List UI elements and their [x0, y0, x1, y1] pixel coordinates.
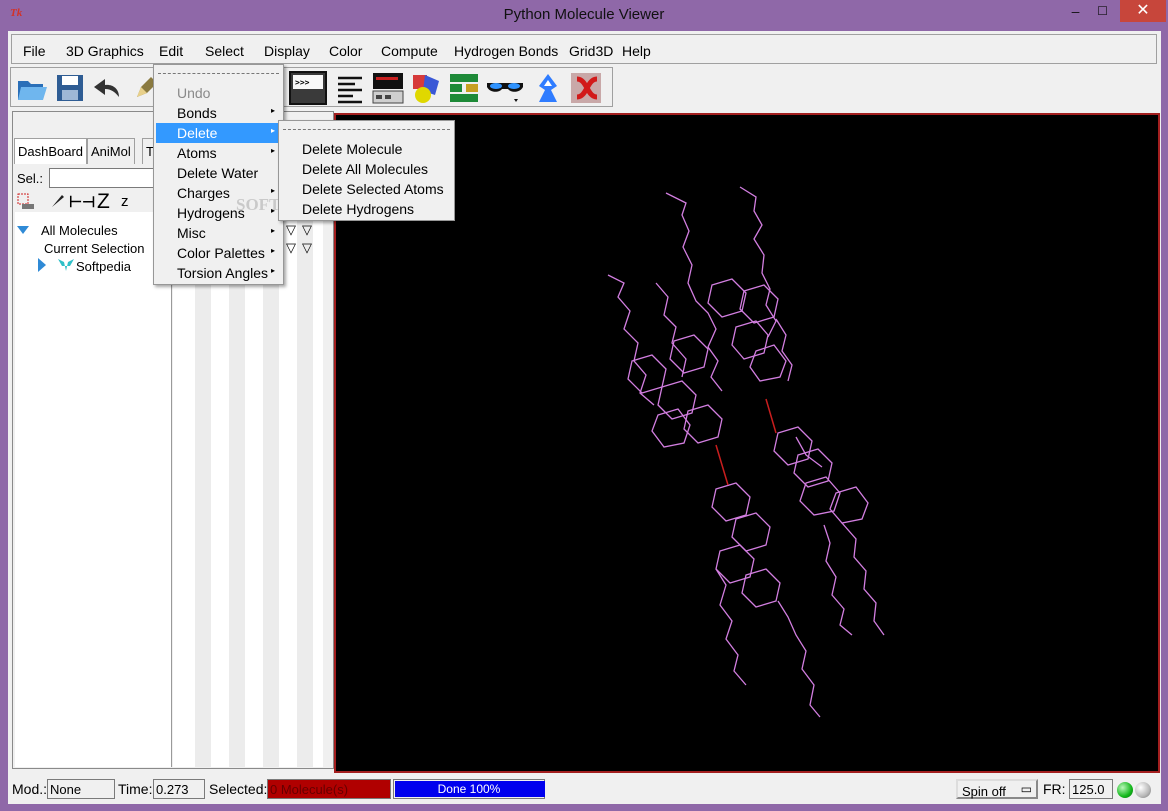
- menu-item-undo[interactable]: Undo: [156, 83, 281, 103]
- menu-item-torsion-angles[interactable]: Torsion Angles ▸: [156, 263, 281, 283]
- menu-3d-graphics[interactable]: 3D Graphics: [66, 43, 144, 59]
- molecule-icon: [58, 259, 74, 271]
- menu-compute[interactable]: Compute: [381, 43, 438, 59]
- select-tool-icon[interactable]: [16, 192, 38, 212]
- expand-triangle-icon[interactable]: [37, 258, 47, 272]
- z-small-tool-icon[interactable]: z: [121, 193, 129, 210]
- column-toggle[interactable]: ▽: [302, 222, 312, 238]
- status-led-green: [1117, 782, 1133, 798]
- z-big-tool-icon[interactable]: Z: [97, 190, 110, 214]
- menu-item-delete-selected-atoms[interactable]: Delete Selected Atoms: [281, 179, 452, 199]
- tearoff-line[interactable]: [283, 129, 450, 130]
- menu-item-atoms[interactable]: Atoms ▸: [156, 143, 281, 163]
- menu-item-bonds[interactable]: Bonds ▸: [156, 103, 281, 123]
- menu-item-misc[interactable]: Misc ▸: [156, 223, 281, 243]
- hydrogen-bond-lines: [715, 398, 777, 486]
- application-window: Tk Python Molecule Viewer – ☐ ✕ File 3D …: [0, 0, 1168, 811]
- time-label: Time:: [118, 781, 153, 797]
- menu-item-delete-molecule[interactable]: Delete Molecule: [281, 139, 452, 159]
- selected-label: Selected:: [209, 781, 268, 797]
- selection-input[interactable]: [49, 168, 159, 188]
- fr-field: 125.0: [1069, 779, 1113, 799]
- menu-file[interactable]: File: [23, 43, 46, 59]
- fr-label: FR:: [1043, 781, 1066, 797]
- submenu-arrow-icon: ▸: [270, 106, 275, 115]
- menu-display[interactable]: Display: [264, 43, 310, 59]
- minimize-button[interactable]: –: [1062, 0, 1089, 22]
- submenu-arrow-icon: ▸: [270, 246, 275, 255]
- menu-grid3d[interactable]: Grid3D: [569, 43, 613, 59]
- maximize-button[interactable]: ☐: [1089, 0, 1116, 22]
- column-toggle[interactable]: ▽: [286, 240, 296, 256]
- ribbon-render-icon[interactable]: [569, 71, 603, 105]
- column-stripe: [195, 212, 211, 767]
- menu-hydrogen-bonds[interactable]: Hydrogen Bonds: [454, 43, 558, 59]
- color-shapes-icon[interactable]: [409, 71, 443, 105]
- tree-molecule-softpedia[interactable]: Softpedia: [76, 259, 131, 274]
- menu-item-delete-hydrogens[interactable]: Delete Hydrogens: [281, 199, 452, 219]
- dropdown-indicator-icon: ▭: [1020, 782, 1032, 796]
- collapse-triangle-icon[interactable]: [17, 225, 29, 235]
- water-drop-icon[interactable]: [531, 71, 565, 105]
- column-stripe: [229, 212, 245, 767]
- submenu-arrow-icon: ▸: [270, 126, 275, 135]
- column-toggle-pane: ▽ ▽ ▽ ▽: [173, 212, 323, 767]
- spin-dropdown[interactable]: Spin off ▭: [956, 779, 1038, 799]
- menu-item-delete-all-molecules[interactable]: Delete All Molecules: [281, 159, 452, 179]
- tab-animol[interactable]: AniMol: [87, 138, 135, 164]
- submenu-arrow-icon: ▸: [270, 186, 275, 195]
- selected-field: 0 Molecule(s): [267, 779, 391, 799]
- molecule-tree: All Molecules Current Selection Softpedi…: [15, 212, 172, 767]
- status-led-gray: [1135, 782, 1151, 798]
- 3d-glasses-icon[interactable]: [485, 71, 525, 105]
- distance-tool-icon[interactable]: ⊢⊣: [69, 193, 95, 211]
- sel-label: Sel.:: [17, 171, 44, 186]
- column-stripe: [297, 212, 313, 767]
- toolbar: >>>: [10, 67, 613, 107]
- tearoff-line[interactable]: [158, 73, 279, 74]
- menu-item-delete-water[interactable]: Delete Water: [156, 163, 281, 183]
- save-icon[interactable]: [53, 71, 87, 105]
- window-title: Python Molecule Viewer: [503, 6, 665, 23]
- progress-text: Done 100%: [437, 782, 501, 796]
- molecule-structure: [607, 186, 885, 718]
- python-shell-icon[interactable]: >>>: [289, 71, 327, 105]
- open-folder-icon[interactable]: [15, 71, 49, 105]
- submenu-arrow-icon: ▸: [270, 266, 275, 275]
- menu-select[interactable]: Select: [205, 43, 244, 59]
- title-bar: Tk Python Molecule Viewer – ☐ ✕: [0, 0, 1168, 31]
- submenu-arrow-icon: ▸: [270, 146, 275, 155]
- spin-value: Spin off: [962, 784, 1006, 799]
- menu-help[interactable]: Help: [622, 43, 651, 59]
- column-toggle[interactable]: ▽: [286, 222, 296, 238]
- menu-bar: File 3D Graphics Edit Select Display Col…: [11, 34, 1157, 64]
- time-field: 0.273: [153, 779, 205, 799]
- progress-bar: Done 100%: [393, 779, 545, 799]
- submenu-arrow-icon: ▸: [270, 226, 275, 235]
- menu-edit[interactable]: Edit: [159, 43, 183, 59]
- delete-submenu: Delete Molecule Delete All Molecules Del…: [278, 120, 455, 221]
- edit-menu: Undo Bonds ▸ Delete ▸ Atoms ▸ Delete Water …: [153, 64, 333, 285]
- status-bar: Mod.: None Time: 0.273 Selected: 0 Molec…: [8, 775, 1161, 804]
- network-tree-icon[interactable]: [447, 71, 481, 105]
- tab-dashboard[interactable]: DashBoard: [14, 138, 88, 164]
- tree-all-molecules[interactable]: All Molecules: [41, 223, 118, 238]
- menu-color[interactable]: Color: [329, 43, 362, 59]
- molecule-bonds: [607, 186, 885, 718]
- mod-label: Mod.:: [12, 781, 48, 797]
- column-stripe: [263, 212, 279, 767]
- dashboard-monitor-icon[interactable]: [371, 71, 405, 105]
- 3d-viewer-canvas[interactable]: [334, 113, 1160, 773]
- tree-current-selection[interactable]: Current Selection: [44, 241, 144, 256]
- undo-arrow-icon[interactable]: [91, 71, 125, 105]
- brush-tool-icon[interactable]: [44, 191, 66, 213]
- close-button[interactable]: ✕: [1120, 0, 1166, 22]
- mod-field: None: [47, 779, 115, 799]
- menu-item-color-palettes[interactable]: Color Palettes ▸: [156, 243, 281, 263]
- menu-item-delete[interactable]: Delete ▸: [156, 123, 281, 143]
- text-log-icon[interactable]: [333, 71, 367, 105]
- column-toggle[interactable]: ▽: [302, 240, 312, 256]
